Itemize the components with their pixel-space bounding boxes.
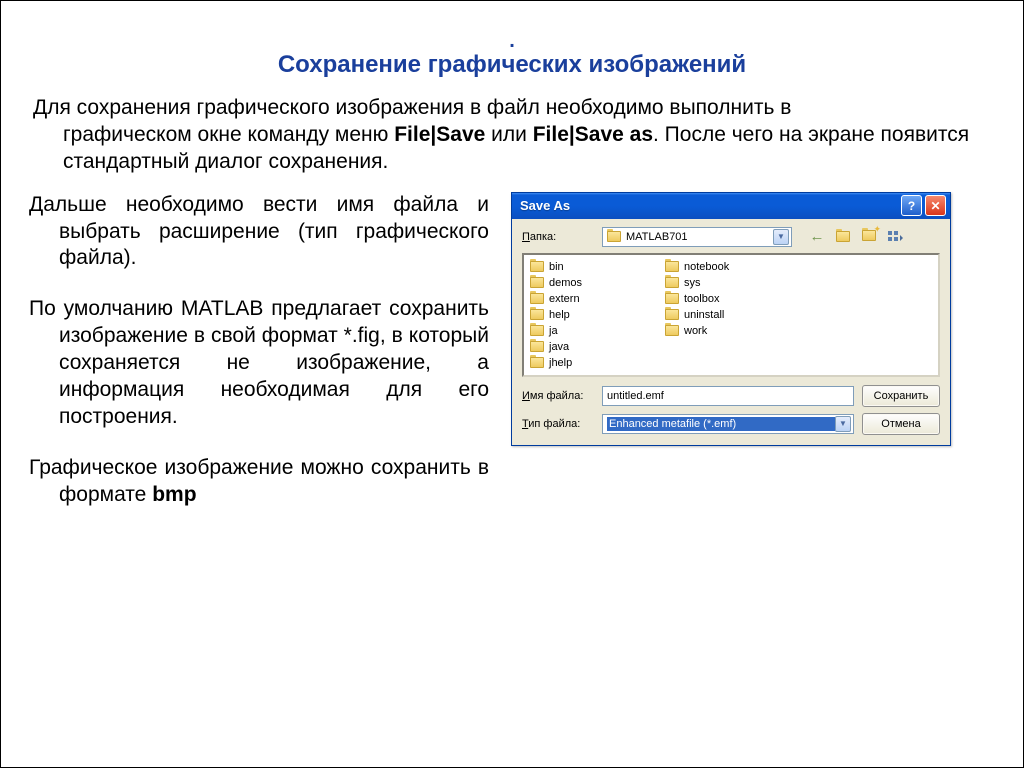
new-folder-icon: ✦ [862,230,876,244]
intro-bold-1: File|Save [394,123,485,146]
titlebar[interactable]: Save As ? ✕ [512,193,950,219]
folder-name: notebook [684,261,729,273]
list-item[interactable]: jhelp [530,355,625,371]
list-item[interactable]: uninstall [665,307,760,323]
filetype-combo[interactable]: Enhanced metafile (*.emf) ▼ [602,414,854,434]
folder-combo[interactable]: MATLAB701 ▼ [602,227,792,247]
close-button[interactable]: ✕ [925,195,946,216]
file-list[interactable]: bin demos extern help ja java jhelp note… [522,253,940,377]
list-item[interactable]: extern [530,291,625,307]
list-item[interactable]: notebook [665,259,760,275]
save-as-dialog: Save As ? ✕ Папка: MATLAB701 ▼ ← [511,192,951,446]
up-one-level-button[interactable] [832,227,854,247]
help-button[interactable]: ? [901,195,922,216]
folder-icon [665,325,679,336]
folder-name: demos [549,277,582,289]
folder-name: toolbox [684,293,719,305]
view-mode-button[interactable] [884,227,906,247]
filename-label: Имя файла: [522,390,594,402]
folder-name: uninstall [684,309,724,321]
list-item[interactable]: sys [665,275,760,291]
folder-name: ja [549,325,558,337]
left-column: Дальше необходимо вести имя файла и выбр… [29,192,489,533]
folder-name: java [549,341,569,353]
folder-icon [530,277,544,288]
folder-name: extern [549,293,580,305]
left-paragraph-3: Графическое изображение можно сохранить … [29,455,489,509]
folder-name: bin [549,261,564,273]
dialog-title: Save As [520,198,898,213]
list-item[interactable]: demos [530,275,625,291]
folder-icon [530,341,544,352]
decorative-dot: . [29,23,995,45]
folder-icon [530,357,544,368]
intro-paragraph: Для сохранения графического изображения … [29,95,995,182]
folder-label: Папка: [522,231,594,243]
page-title: Сохранение графических изображений [29,51,995,79]
folder-icon [665,293,679,304]
arrow-left-icon: ← [810,228,825,245]
intro-text-2b: или [485,123,532,146]
list-item[interactable]: java [530,339,625,355]
left-p3-text: Графическое изображение можно сохранить … [29,456,489,506]
folder-icon [665,309,679,320]
folder-icon [665,261,679,272]
folder-name: sys [684,277,701,289]
folder-icon [665,277,679,288]
list-item[interactable]: toolbox [665,291,760,307]
filetype-value: Enhanced metafile (*.emf) [607,417,835,431]
view-grid-icon [887,230,903,244]
intro-text-1: Для сохранения графического изображения … [33,96,791,119]
back-button[interactable]: ← [806,227,828,247]
left-paragraph-2: По умолчанию MATLAB предлагает сохранить… [29,296,489,430]
folder-icon [530,325,544,336]
folder-icon [530,309,544,320]
new-folder-button[interactable]: ✦ [858,227,880,247]
list-item[interactable]: ja [530,323,625,339]
left-paragraph-1: Дальше необходимо вести имя файла и выбр… [29,192,489,273]
intro-bold-2: File|Save as [533,123,653,146]
filename-value: untitled.emf [607,390,664,402]
list-item[interactable]: help [530,307,625,323]
chevron-down-icon[interactable]: ▼ [773,229,789,245]
chevron-down-icon[interactable]: ▼ [835,416,851,432]
filetype-label: Тип файла: [522,418,594,430]
folder-icon [607,231,621,242]
cancel-button[interactable]: Отмена [862,413,940,435]
folder-name: work [684,325,707,337]
list-item[interactable]: work [665,323,760,339]
folder-icon [836,231,850,242]
list-item[interactable]: bin [530,259,625,275]
intro-text-2a: графическом окне команду меню [63,123,394,146]
save-button[interactable]: Сохранить [862,385,940,407]
folder-icon [530,293,544,304]
filename-input[interactable]: untitled.emf [602,386,854,406]
folder-combo-text: MATLAB701 [626,231,773,243]
left-p3-bold: bmp [152,483,196,506]
folder-name: jhelp [549,357,572,369]
folder-name: help [549,309,570,321]
folder-icon [530,261,544,272]
